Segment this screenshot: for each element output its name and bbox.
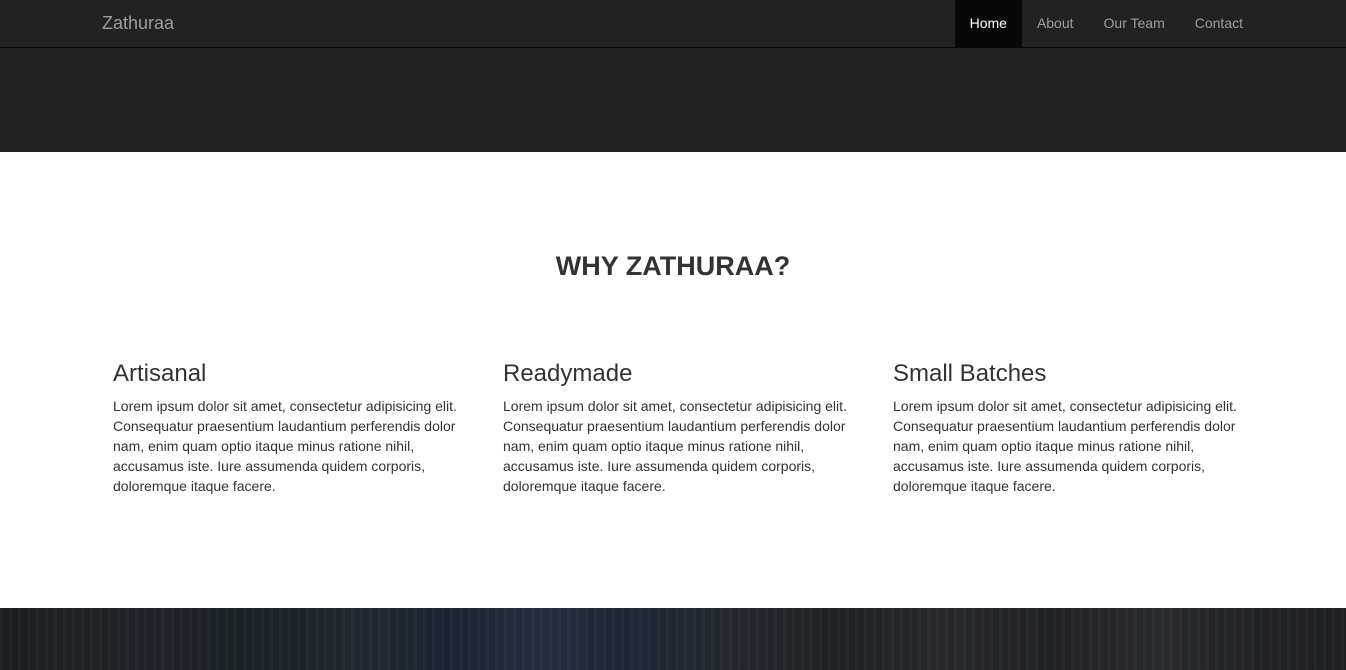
brand-link[interactable]: Zathuraa (102, 13, 174, 33)
nav-item-about: About (1022, 0, 1089, 48)
feature-column-artisanal: Artisanal Lorem ipsum dolor sit amet, co… (113, 359, 473, 496)
nav-item-contact: Contact (1180, 0, 1258, 48)
nav-menu: Home About Our Team Contact (954, 0, 1258, 48)
feature-column-readymade: Readymade Lorem ipsum dolor sit amet, co… (503, 359, 863, 496)
feature-text: Lorem ipsum dolor sit amet, consectetur … (893, 398, 1237, 494)
feature-column-small-batches: Small Batches Lorem ipsum dolor sit amet… (893, 359, 1253, 496)
hero-band (0, 48, 1346, 152)
feature-title: Small Batches (893, 360, 1047, 387)
features-section: WHY ZATHURAA? Artisanal Lorem ipsum dolo… (0, 152, 1346, 608)
feature-title: Artisanal (113, 360, 207, 387)
nav-link-home[interactable]: Home (954, 0, 1022, 48)
top-navbar: Zathuraa Home About Our Team Contact (0, 0, 1346, 48)
background-image-band (0, 608, 1346, 670)
nav-link-contact[interactable]: Contact (1180, 0, 1258, 48)
nav-item-home: Home (954, 0, 1022, 48)
nav-item-our-team: Our Team (1089, 0, 1180, 48)
feature-text: Lorem ipsum dolor sit amet, consectetur … (503, 398, 847, 494)
features-heading: WHY ZATHURAA? (555, 251, 791, 281)
nav-link-our-team[interactable]: Our Team (1089, 0, 1180, 48)
feature-title: Readymade (503, 360, 633, 387)
feature-text: Lorem ipsum dolor sit amet, consectetur … (113, 398, 457, 494)
nav-link-about[interactable]: About (1022, 0, 1089, 48)
